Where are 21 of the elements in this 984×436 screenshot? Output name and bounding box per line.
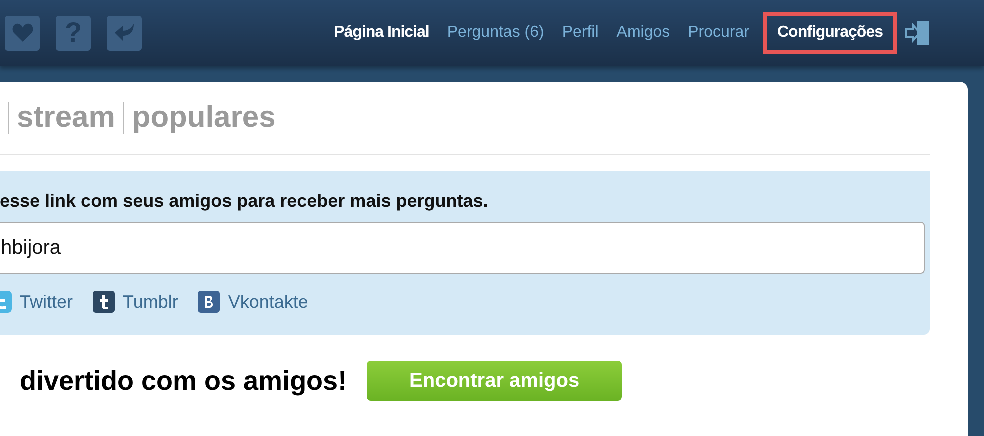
friends-heading: divertido com os amigos! bbox=[20, 366, 348, 396]
nav-link[interactable]: Página Inicial bbox=[330, 12, 434, 54]
reply-arrow-icon bbox=[114, 23, 136, 43]
share-link[interactable]: Tumblr bbox=[93, 291, 178, 313]
tumblr-icon bbox=[93, 291, 116, 313]
share-message: esse link com seus amigos para receber mais perguntas. bbox=[0, 191, 490, 212]
heart-button[interactable] bbox=[5, 16, 40, 50]
reply-button[interactable] bbox=[107, 16, 142, 50]
share-link[interactable]: Twitter bbox=[0, 291, 74, 313]
logout-icon[interactable] bbox=[905, 21, 929, 45]
tab[interactable]: stream bbox=[17, 101, 116, 135]
nav-link[interactable]: Procurar bbox=[684, 12, 754, 54]
link-field[interactable]: hbijora bbox=[0, 222, 925, 274]
nav-link[interactable]: Perguntas (6) bbox=[443, 12, 548, 54]
nav-link[interactable]: Amigos bbox=[612, 12, 674, 54]
vk-icon bbox=[198, 291, 220, 313]
nav-link[interactable]: Configurações bbox=[763, 12, 897, 54]
nav-link[interactable]: Perfil bbox=[558, 12, 603, 54]
tab[interactable]: populares bbox=[132, 101, 276, 135]
share-link[interactable]: Vkontakte bbox=[198, 291, 308, 313]
heart-icon bbox=[12, 23, 34, 43]
